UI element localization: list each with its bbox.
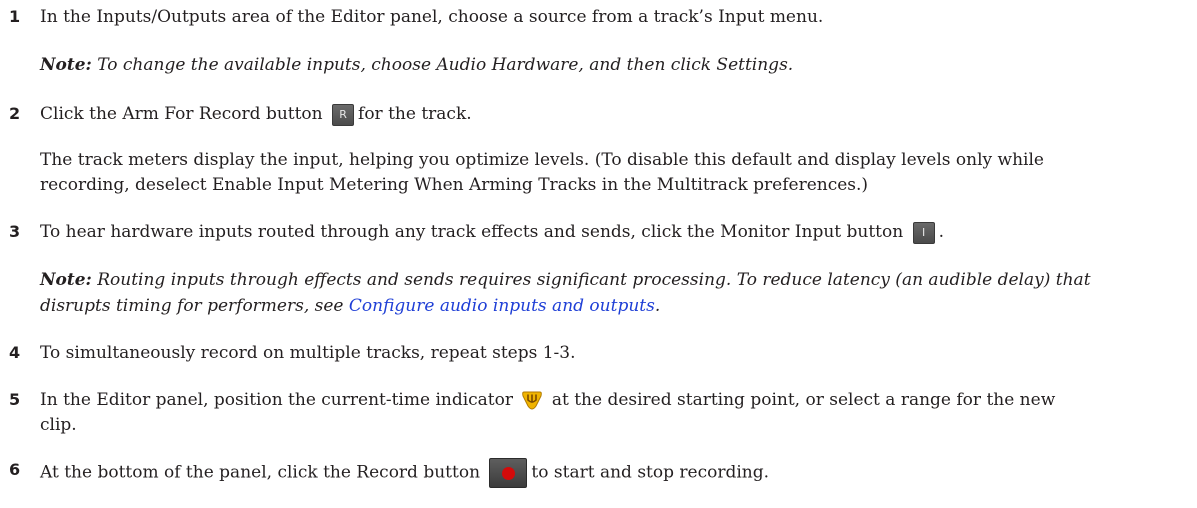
step-number: 3 — [9, 222, 21, 241]
step-text: In the Inputs/Outputs area of the Editor… — [40, 7, 824, 27]
monitor-input-icon: I — [912, 221, 935, 244]
current-time-indicator-icon — [521, 390, 543, 412]
step-text: Click the Arm For Record button — [40, 104, 329, 124]
step-text: To hear hardware inputs routed through a… — [40, 222, 909, 242]
step-text: At the bottom of the panel, click the Re… — [40, 462, 486, 483]
record-dot — [502, 467, 516, 480]
step-number: 5 — [9, 390, 21, 409]
record-icon — [489, 458, 528, 488]
step-number: 6 — [9, 460, 21, 479]
note-text: To change the available inputs, choose A… — [91, 55, 794, 75]
note-label: Note: — [40, 55, 92, 75]
step-text-after: for the track. — [358, 104, 472, 124]
step-text-after: . — [938, 222, 945, 242]
step-number: 2 — [9, 104, 21, 123]
configure-audio-link[interactable]: Configure audio inputs and outputs — [349, 296, 655, 316]
step-text-after: at the desired starting point, or select… — [546, 390, 1056, 410]
step-text: In the Editor panel, position the curren… — [40, 390, 519, 410]
step-text: To simultaneously record on multiple tra… — [40, 343, 576, 363]
arm-record-icon: R — [332, 103, 355, 126]
note-label: Note: — [40, 270, 92, 290]
step-text-after: to start and stop recording. — [531, 462, 770, 483]
step-number: 1 — [9, 7, 21, 26]
note-text: Routing inputs through effects and sends… — [91, 270, 1091, 290]
step-number: 4 — [9, 343, 21, 362]
